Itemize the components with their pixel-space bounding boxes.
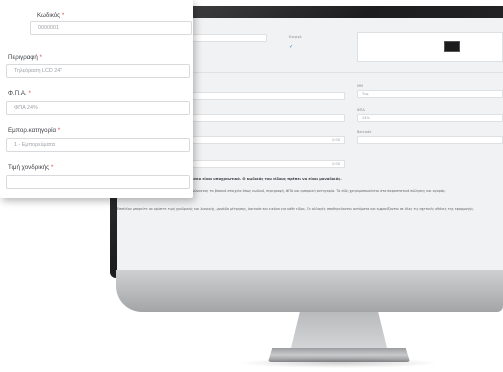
screen-vat-select[interactable]: 24% xyxy=(357,114,503,122)
category-select[interactable]: 1 - Εμπορεύματα xyxy=(6,138,190,152)
item-form-card: Κωδικός * 0000001 Περιγραφή * Τηλεόραση … xyxy=(0,0,193,198)
wholesale-price-required-mark: * xyxy=(50,164,54,171)
screen-active-label: Ενεργό xyxy=(289,35,302,39)
screen-amount-1: 0.00 xyxy=(332,138,340,142)
monitor-shadow xyxy=(238,358,440,368)
description-label-text: Περιγραφή xyxy=(8,54,38,61)
code-label: Κωδικός * xyxy=(37,12,64,19)
screen-vat-label: ΦΠΑ xyxy=(357,108,365,112)
category-required-mark: * xyxy=(57,127,61,134)
screen-vat-value: 24% xyxy=(362,116,370,120)
vat-label: Φ.Π.Α. * xyxy=(8,90,31,97)
wholesale-price-label: Τιμή χονδρικής * xyxy=(8,164,53,171)
code-input[interactable]: 0000001 xyxy=(30,21,192,35)
vat-required-mark: * xyxy=(28,90,31,97)
description-label: Περιγραφή * xyxy=(8,54,42,61)
monitor-stand-neck xyxy=(290,312,388,352)
code-required-mark: * xyxy=(61,12,65,19)
category-label-text: Εμπορ.κατηγορία xyxy=(8,127,57,134)
screen-barcode-label: Barcode xyxy=(357,130,372,134)
product-thumbnail xyxy=(444,41,460,52)
screen-paragraph-2: Επιπλέον μπορείτε να ορίσετε τιμή χονδρι… xyxy=(117,207,475,211)
description-required-mark: * xyxy=(39,54,42,61)
code-label-text: Κωδικός xyxy=(37,12,61,19)
screen-barcode-input[interactable] xyxy=(357,136,503,144)
wholesale-price-input[interactable] xyxy=(6,175,190,189)
screen-amount-2: 0.00 xyxy=(332,162,340,166)
screen-unit-select[interactable]: Τεμ. xyxy=(357,90,503,98)
monitor-chin xyxy=(116,270,503,312)
screen-active-checkbox[interactable]: ✓ xyxy=(289,44,293,50)
vat-select[interactable]: ΦΠΑ 24% xyxy=(6,101,190,115)
category-label: Εμπορ.κατηγορία * xyxy=(8,127,60,134)
vat-label-text: Φ.Π.Α. xyxy=(8,90,27,97)
wholesale-price-label-text: Τιμή χονδρικής xyxy=(8,164,50,171)
screen-image-box[interactable] xyxy=(357,32,503,62)
screen-unit-label: ΜΜ xyxy=(357,84,364,88)
description-input[interactable]: Τηλεόραση LCD 24" xyxy=(6,64,190,78)
screen-unit-value: Τεμ. xyxy=(362,92,370,96)
